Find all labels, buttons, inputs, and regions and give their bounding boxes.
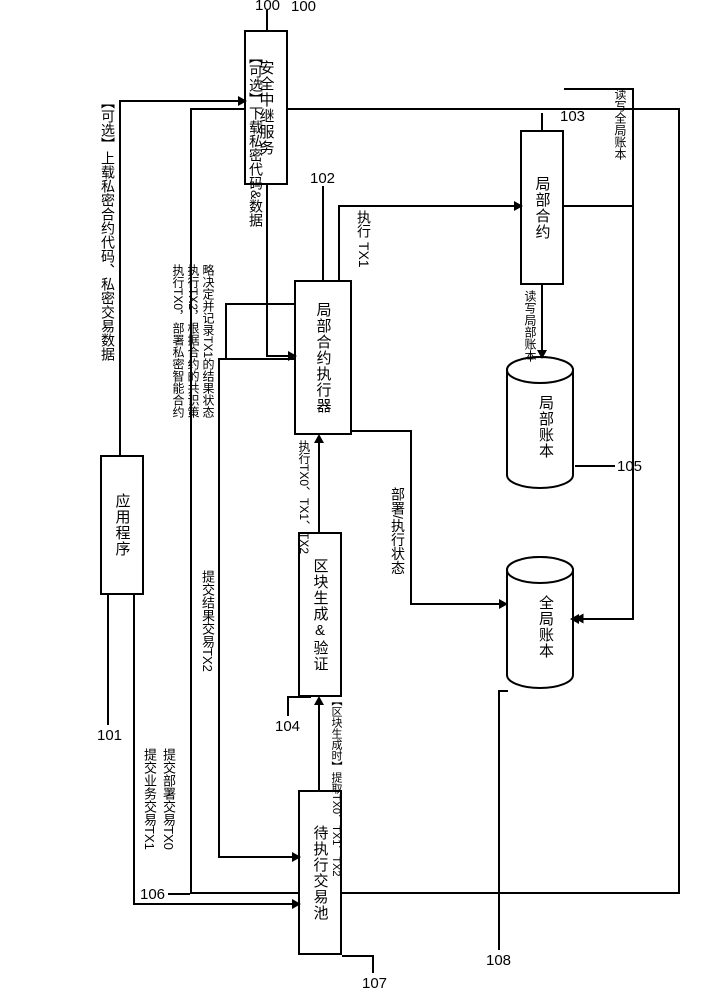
ref-107: 107 bbox=[362, 975, 387, 992]
steps-bracket-v bbox=[225, 303, 227, 358]
arrow-app-relay-h bbox=[119, 100, 244, 102]
ref-107-leader-v bbox=[372, 955, 374, 973]
arrow-exec-global-v bbox=[410, 430, 412, 605]
arrow-blockgen-exec bbox=[318, 440, 320, 532]
ref-104: 104 bbox=[275, 718, 300, 735]
arrow-app-txpool-h bbox=[133, 903, 298, 905]
arrowhead-app-txpool bbox=[292, 899, 301, 909]
ref-104-leader bbox=[287, 696, 289, 716]
arrow-relay-exec bbox=[266, 185, 268, 355]
arrow-app-relay bbox=[119, 100, 121, 455]
edge-rw-global: 读写全局账本 bbox=[612, 88, 629, 160]
application-box: 应用程序 bbox=[100, 455, 144, 595]
edge-deploy-state: 部署/执行状态 bbox=[388, 487, 408, 575]
arrow-localsc-localledger bbox=[541, 285, 543, 355]
edge-exec-tx1: 执行 TX1 bbox=[354, 210, 374, 268]
executor-label: 局部合约执行器 bbox=[313, 302, 334, 414]
steps-bracket-h bbox=[225, 303, 294, 305]
arrow-exec-localsc-h bbox=[338, 205, 520, 207]
arrow-exec-global-h1 bbox=[352, 430, 412, 432]
ref-106: 106 bbox=[140, 886, 165, 903]
edge-exec-step3: 略决定并记录TX1的结果状态 bbox=[200, 264, 217, 418]
edge-upload: 【可选】上载私密合约代码、私密交易数据 bbox=[98, 95, 118, 361]
local-ledger-label: 局部账本 bbox=[535, 395, 556, 459]
ref-105: 105 bbox=[617, 458, 642, 475]
local-ledger-cylinder: 局部账本 bbox=[505, 355, 575, 490]
arrow-localsc-global-h1 bbox=[564, 205, 634, 207]
arrow-exec-global-h2 bbox=[410, 603, 505, 605]
ref-100-real: 100 bbox=[255, 0, 280, 14]
edge-rw-local: 读写局部账本 bbox=[522, 290, 539, 362]
local-contract-box: 局部合约 bbox=[520, 130, 564, 285]
ref-102-leader bbox=[322, 186, 324, 280]
global-ledger-cylinder: 全局账本 bbox=[505, 555, 575, 690]
blockgen-label: 区块生成&验证 bbox=[310, 558, 331, 672]
ref-101-leader bbox=[107, 595, 109, 725]
global-ledger-label: 全局账本 bbox=[535, 595, 556, 659]
ref-103: 103 bbox=[560, 108, 585, 125]
ref-105-leader bbox=[575, 465, 615, 467]
arrowhead-txpool-blockgen bbox=[314, 696, 324, 705]
ref-106-leader bbox=[168, 893, 190, 895]
arrow-txpool-blockgen bbox=[318, 702, 320, 790]
arrow-exec-txpool-v bbox=[218, 358, 220, 858]
local-contract-executor-box: 局部合约执行器 bbox=[294, 280, 352, 435]
ref-102: 102 bbox=[310, 170, 335, 187]
edge-submit-result: 提交结果交易TX2 bbox=[198, 570, 217, 672]
arrow-exec-localsc-v bbox=[338, 205, 340, 280]
arrowhead-global-localsc bbox=[570, 614, 579, 624]
arrow-localsc-global-h2 bbox=[578, 618, 634, 620]
ref-103-leader bbox=[541, 113, 543, 130]
ref-104-leader-h bbox=[287, 696, 311, 698]
block-gen-box: 区块生成&验证 bbox=[298, 532, 342, 697]
arrowhead-exec-global bbox=[499, 599, 508, 609]
ref-108: 108 bbox=[486, 952, 511, 969]
ref-108-leader-v bbox=[498, 690, 500, 950]
ref-100: 100 bbox=[291, 0, 316, 15]
edge-exec-all: 执行TX0、TX1、TX2 bbox=[296, 440, 313, 554]
arrow-localsc-global-v bbox=[632, 88, 634, 620]
arrow-exec-txpool-h2 bbox=[218, 856, 298, 858]
edge-app-submit: 提交部署交易TX0 提交业务交易TX1 bbox=[140, 748, 178, 850]
edge-extract: 【区块生成时】提取TX0、TX1、TX2 bbox=[328, 695, 344, 877]
local-sc-label: 局部合约 bbox=[532, 176, 553, 240]
arrowhead-exec-localsc bbox=[514, 201, 523, 211]
app-label: 应用程序 bbox=[112, 493, 133, 557]
arrowhead-exec-txpool bbox=[292, 852, 301, 862]
arrow-app-txpool-v bbox=[133, 595, 135, 905]
ref-107-leader-h bbox=[342, 955, 372, 957]
arrowhead-blockgen-exec bbox=[314, 434, 324, 443]
edge-download: 【可选】下载私密代码&数据 bbox=[246, 50, 266, 227]
arrow-exec-txpool-h1 bbox=[218, 358, 294, 360]
ref-101: 101 bbox=[97, 727, 122, 744]
